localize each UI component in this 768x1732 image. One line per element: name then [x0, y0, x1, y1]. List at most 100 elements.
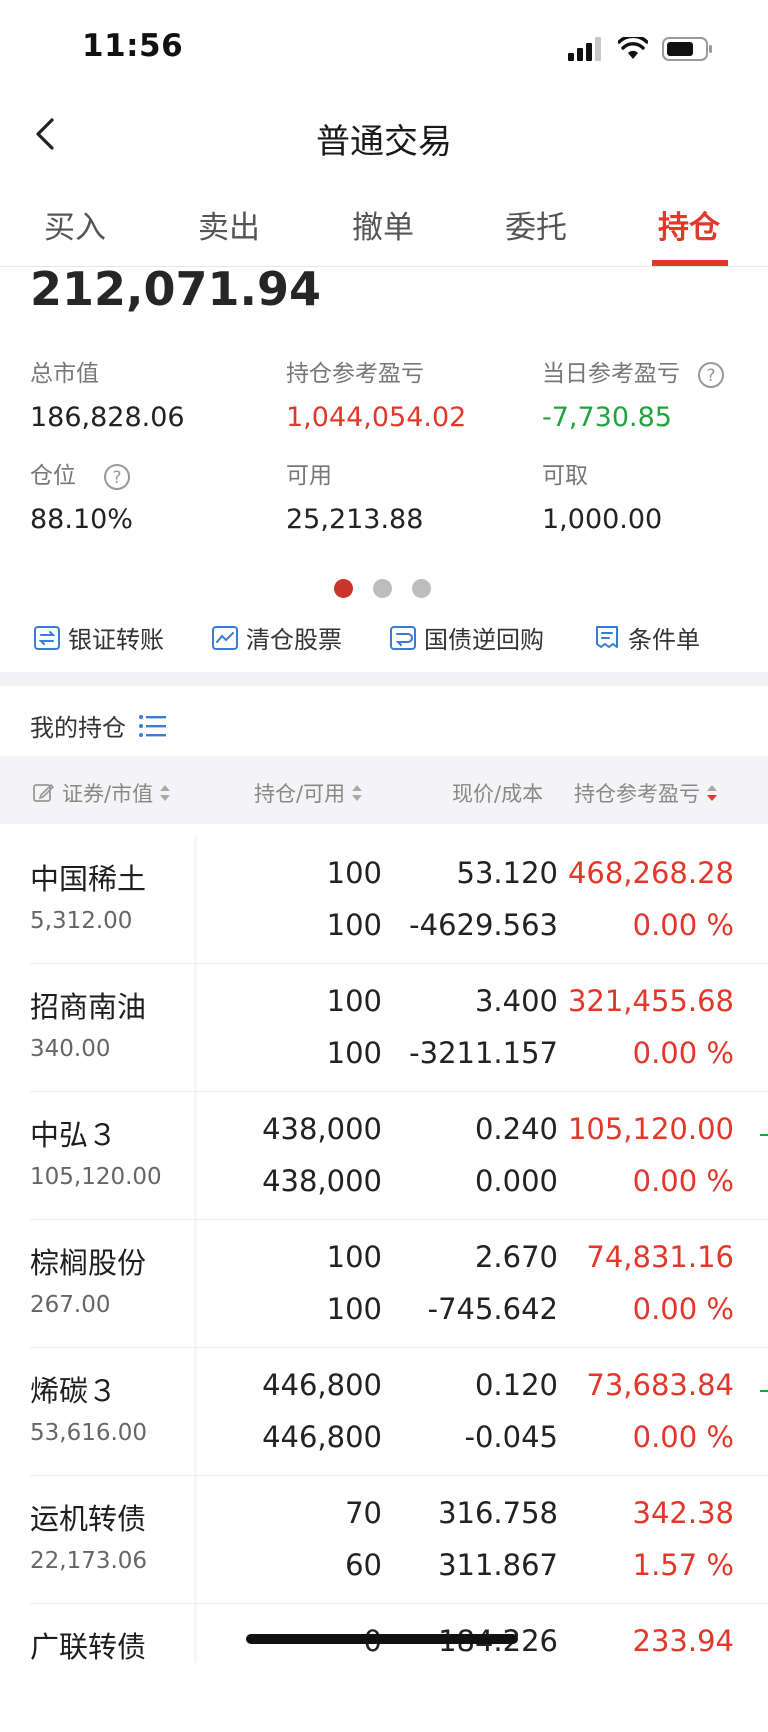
available-qty: 438,000: [262, 1164, 382, 1198]
current-price: 3.400: [474, 984, 558, 1018]
help-icon[interactable]: ?: [697, 361, 725, 389]
position-pl: 73,683.84: [586, 1368, 734, 1402]
sort-icon[interactable]: [159, 783, 171, 803]
table-row[interactable]: 中弘３ 105,120.00 438,000 438,000 0.240 0.0…: [0, 1092, 768, 1220]
available-qty: 60: [345, 1548, 382, 1582]
table-row[interactable]: 中国稀土 5,312.00 100 100 53.120 -4629.563 4…: [0, 836, 768, 964]
holdings-title: 我的持仓: [30, 714, 126, 742]
cost-price: -745.642: [427, 1292, 558, 1326]
sort-desc-icon[interactable]: [706, 783, 718, 803]
metric-value-withdrawable: 1,000.00: [542, 504, 663, 535]
position-pl: 233.94: [632, 1624, 734, 1658]
metric-label-daily-pl-text: 当日参考盈亏: [542, 361, 680, 387]
metric-value-market-value: 186,828.06: [30, 402, 185, 433]
stock-name: 烯碳３: [30, 1374, 118, 1408]
holding-qty: 438,000: [262, 1112, 382, 1146]
tab-sell[interactable]: 卖出: [198, 202, 260, 247]
market-value: 22,173.06: [30, 1548, 148, 1574]
header-price-cost-label: 现价/成本: [452, 782, 544, 806]
stock-name: 中国稀土: [30, 862, 147, 896]
header-price-cost[interactable]: 现价/成本: [452, 778, 543, 808]
home-indicator[interactable]: [246, 1634, 518, 1644]
battery-icon: [662, 37, 712, 61]
market-value: 105,120.00: [30, 1164, 162, 1190]
document-icon: [596, 625, 618, 648]
tab-buy[interactable]: 买入: [44, 202, 106, 247]
header-position-pl[interactable]: 持仓参考盈亏: [574, 778, 718, 808]
position-pl-pct: 0.00 %: [632, 908, 734, 942]
conditional-order-label: 条件单: [628, 626, 700, 654]
header-holding[interactable]: 持仓/可用: [254, 778, 363, 808]
header-security-label: 证券/市值: [62, 782, 154, 806]
table-row[interactable]: 广联转债 0 184.226 233.94: [0, 1604, 768, 1732]
reverse-repo-label: 国债逆回购: [424, 626, 544, 654]
clear-stocks-label: 清仓股票: [246, 626, 342, 654]
cost-price: 311.867: [438, 1548, 558, 1582]
holding-qty: 100: [326, 984, 382, 1018]
page-dot-active[interactable]: [334, 579, 353, 598]
total-assets: 212,071.94: [30, 262, 322, 316]
bank-transfer-button[interactable]: 银证转账: [32, 620, 164, 655]
table-row[interactable]: 烯碳３ 53,616.00 446,800 446,800 0.120 -0.0…: [0, 1348, 768, 1476]
reverse-repo-button[interactable]: 国债逆回购: [388, 620, 544, 655]
position-pl: 468,268.28: [567, 856, 734, 890]
holding-qty: 100: [326, 856, 382, 890]
edit-icon[interactable]: [32, 781, 56, 805]
table-row[interactable]: 运机转债 22,173.06 70 60 316.758 311.867 342…: [0, 1476, 768, 1604]
header-position-pl-label: 持仓参考盈亏: [574, 782, 700, 806]
position-pl-pct: 0.00 %: [632, 1164, 734, 1198]
metric-value-available: 25,213.88: [286, 504, 424, 535]
table-row[interactable]: 招商南油 340.00 100 100 3.400 -3211.157 321,…: [0, 964, 768, 1092]
status-icons: [568, 36, 714, 62]
metric-label-position-pl: 持仓参考盈亏: [286, 361, 424, 387]
position-pl-pct: 1.57 %: [632, 1548, 734, 1582]
current-price: 0.120: [474, 1368, 558, 1402]
header-security[interactable]: 证券/市值: [32, 778, 171, 808]
clear-stocks-button[interactable]: 清仓股票: [210, 620, 342, 655]
stock-name: 广联转债: [30, 1630, 147, 1664]
active-tab-indicator: [652, 260, 728, 266]
quick-actions-bar: 银证转账 清仓股票 国债逆回购 条件单: [0, 610, 768, 670]
section-divider: [0, 672, 768, 686]
stock-name: 运机转债: [30, 1502, 147, 1536]
market-value: 5,312.00: [30, 908, 133, 934]
help-icon[interactable]: ?: [103, 463, 131, 491]
current-price: 0.240: [474, 1112, 558, 1146]
table-row[interactable]: 棕榈股份 267.00 100 100 2.670 -745.642 74,83…: [0, 1220, 768, 1348]
tab-positions[interactable]: 持仓: [658, 202, 720, 247]
header-holding-label: 持仓/可用: [254, 782, 346, 806]
trade-tabs: 买入 卖出 撤单 委托 持仓: [0, 190, 768, 267]
cost-price: -4629.563: [409, 908, 558, 942]
metric-label-market-value: 总市值: [30, 361, 99, 387]
market-value: 340.00: [30, 1036, 111, 1062]
current-price: 2.670: [474, 1240, 558, 1274]
page-dot[interactable]: [373, 579, 392, 598]
holding-qty: 70: [345, 1496, 382, 1530]
conditional-order-button[interactable]: 条件单: [592, 620, 700, 655]
metric-label-daily-pl: 当日参考盈亏 ?: [542, 354, 725, 389]
page-dot[interactable]: [412, 579, 431, 598]
cellular-signal-icon: [568, 37, 601, 61]
sort-icon[interactable]: [351, 783, 363, 803]
cost-price: -3211.157: [409, 1036, 558, 1070]
available-qty: 446,800: [262, 1420, 382, 1454]
current-price: 53.120: [456, 856, 558, 890]
tab-cancel[interactable]: 撤单: [352, 202, 414, 247]
list-icon[interactable]: [138, 713, 168, 739]
market-value: 53,616.00: [30, 1420, 148, 1446]
transfer-icon: [34, 625, 60, 650]
metric-value-daily-pl: -7,730.85: [542, 402, 672, 433]
repo-icon: [390, 625, 416, 650]
scroll-edge-mark: [760, 1134, 768, 1136]
position-pl: 105,120.00: [567, 1112, 734, 1146]
holding-qty: 100: [326, 1240, 382, 1274]
svg-text:?: ?: [707, 366, 716, 386]
page-title: 普通交易: [316, 122, 452, 162]
status-time: 11:56: [82, 28, 184, 64]
available-qty: 100: [326, 1036, 382, 1070]
tab-orders[interactable]: 委托: [505, 202, 567, 247]
bank-transfer-label: 银证转账: [68, 626, 164, 654]
stock-name: 招商南油: [30, 990, 147, 1024]
position-pl-pct: 0.00 %: [632, 1036, 734, 1070]
available-qty: 100: [326, 1292, 382, 1326]
